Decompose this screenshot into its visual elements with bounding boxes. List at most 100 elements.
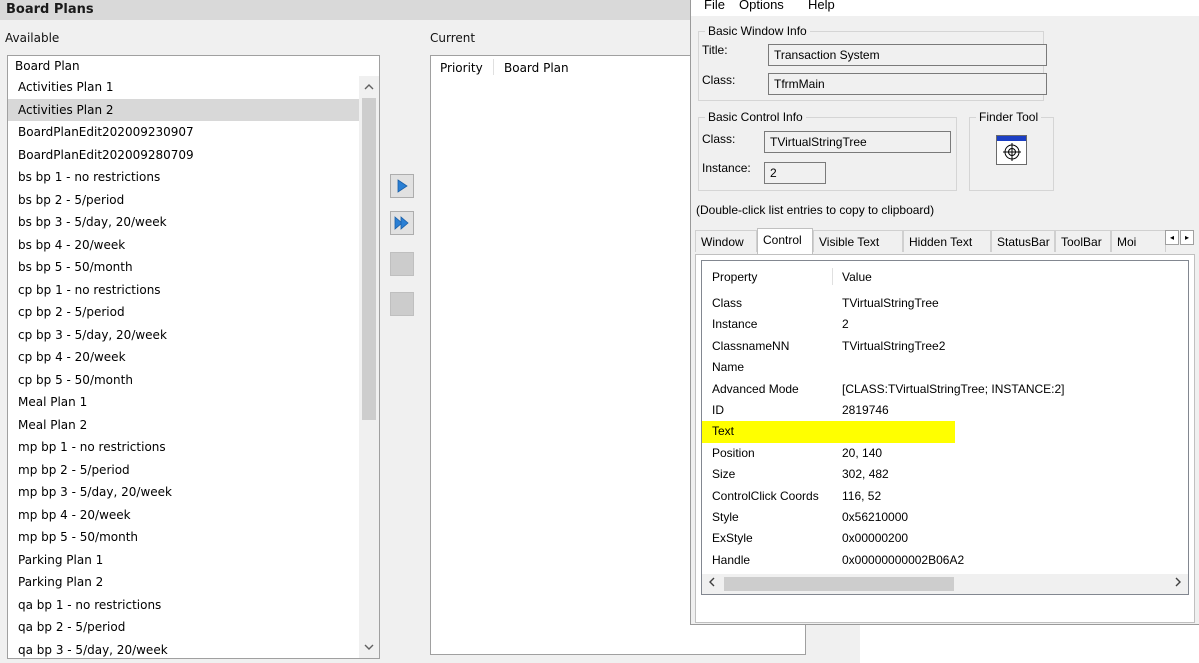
remove-all-plans-button[interactable] xyxy=(390,292,414,316)
list-item[interactable]: bs bp 1 - no restrictions xyxy=(8,166,359,189)
scroll-thumb[interactable] xyxy=(724,577,954,591)
window-class-field[interactable]: TfrmMain xyxy=(768,73,1047,95)
list-item[interactable]: cp bp 2 - 5/period xyxy=(8,301,359,324)
list-item[interactable]: cp bp 5 - 50/month xyxy=(8,369,359,392)
menu-help[interactable]: Help xyxy=(808,0,835,12)
list-item[interactable]: Activities Plan 1 xyxy=(8,76,359,99)
scroll-thumb[interactable] xyxy=(362,98,376,420)
table-row[interactable]: ID 2819746 xyxy=(702,400,1188,421)
list-item[interactable]: Parking Plan 1 xyxy=(8,549,359,572)
table-row[interactable]: ControlClick Coords 116, 52 xyxy=(702,486,1188,507)
list-item[interactable]: mp bp 3 - 5/day, 20/week xyxy=(8,481,359,504)
list-item[interactable]: bs bp 3 - 5/day, 20/week xyxy=(8,211,359,234)
column-property[interactable]: Property xyxy=(712,270,757,284)
table-row[interactable]: ExStyle 0x00000200 xyxy=(702,528,1188,549)
table-row[interactable]: Instance 2 xyxy=(702,314,1188,335)
list-item[interactable]: mp bp 5 - 50/month xyxy=(8,526,359,549)
list-item[interactable]: qa bp 1 - no restrictions xyxy=(8,594,359,617)
group-title: Basic Control Info xyxy=(705,110,806,124)
list-item[interactable]: cp bp 3 - 5/day, 20/week xyxy=(8,324,359,347)
class-label: Class: xyxy=(702,73,736,87)
property-value: 0x56210000 xyxy=(842,509,909,524)
instance-field[interactable]: 2 xyxy=(764,162,826,184)
tab-statusbar[interactable]: StatusBar xyxy=(991,230,1055,252)
add-plan-button[interactable] xyxy=(390,174,414,198)
list-item[interactable]: Parking Plan 2 xyxy=(8,571,359,594)
table-row[interactable]: Advanced Mode [CLASS:TVirtualStringTree; … xyxy=(702,379,1188,400)
property-list[interactable]: Property Value Class TVirtualStringTree In… xyxy=(701,260,1189,595)
menu-file[interactable]: File xyxy=(704,0,725,12)
copy-hint: (Double-click list entries to copy to cl… xyxy=(696,203,935,217)
list-item[interactable]: cp bp 1 - no restrictions xyxy=(8,279,359,302)
scroll-right-icon[interactable] xyxy=(1168,574,1188,594)
tab-window[interactable]: Window xyxy=(695,230,757,252)
table-row[interactable]: ClassnameNN TVirtualStringTree2 xyxy=(702,336,1188,357)
available-label: Available xyxy=(5,31,60,45)
table-row[interactable]: Text xyxy=(702,421,1188,443)
remove-plan-button[interactable] xyxy=(390,252,414,276)
table-row[interactable]: Size 302, 482 xyxy=(702,464,1188,485)
property-value: 20, 140 xyxy=(842,445,883,460)
control-tab-panel: Property Value Class TVirtualStringTree In… xyxy=(695,254,1195,623)
tab-more[interactable]: Moi xyxy=(1111,230,1166,252)
tab-scroll-right-icon[interactable]: ▸ xyxy=(1180,230,1194,245)
vertical-scrollbar[interactable] xyxy=(359,76,379,658)
list-item[interactable]: mp bp 4 - 20/week xyxy=(8,504,359,527)
property-list-header: Property Value xyxy=(702,261,1188,287)
table-row[interactable]: Name xyxy=(702,357,1188,378)
scroll-down-icon[interactable] xyxy=(359,638,379,658)
list-item[interactable]: qa bp 3 - 5/day, 20/week xyxy=(8,639,359,659)
property-name: Position xyxy=(712,445,755,460)
property-name: Instance xyxy=(712,317,758,332)
property-name: ID xyxy=(712,402,724,417)
table-row[interactable]: Handle 0x00000000002B06A2 xyxy=(702,550,1188,571)
double-triangle-right-icon xyxy=(394,216,409,230)
property-value: 0x00000000002B06A2 xyxy=(842,552,965,567)
tab-hidden-text[interactable]: Hidden Text xyxy=(903,230,991,252)
list-item[interactable]: Meal Plan 2 xyxy=(8,414,359,437)
list-item[interactable]: bs bp 2 - 5/period xyxy=(8,189,359,212)
title-label: Title: xyxy=(702,43,728,57)
list-item[interactable]: mp bp 2 - 5/period xyxy=(8,459,359,482)
list-item[interactable]: cp bp 4 - 20/week xyxy=(8,346,359,369)
scroll-left-icon[interactable] xyxy=(702,574,722,594)
table-row[interactable]: Style 0x56210000 xyxy=(702,507,1188,528)
column-board-plan[interactable]: Board Plan xyxy=(504,61,569,75)
tab-toolbar[interactable]: ToolBar xyxy=(1055,230,1111,252)
table-row[interactable]: Position 20, 140 xyxy=(702,443,1188,464)
list-item[interactable]: mp bp 1 - no restrictions xyxy=(8,436,359,459)
list-item[interactable]: Activities Plan 2 xyxy=(8,98,359,121)
list-item[interactable]: BoardPlanEdit202009280709 xyxy=(8,144,359,167)
tab-scroll-left-icon[interactable]: ◂ xyxy=(1165,230,1179,245)
list-item[interactable]: bs bp 5 - 50/month xyxy=(8,256,359,279)
control-class-label: Class: xyxy=(702,132,736,146)
list-item[interactable]: BoardPlanEdit202009230907 xyxy=(8,121,359,144)
basic-control-info-group: Basic Control Info Class: TVirtualString… xyxy=(698,110,957,191)
list-item[interactable]: bs bp 4 - 20/week xyxy=(8,234,359,257)
window-title-field[interactable]: Transaction System xyxy=(768,44,1047,66)
control-class-field[interactable]: TVirtualStringTree xyxy=(764,131,951,153)
tab-control[interactable]: Control xyxy=(757,228,813,254)
menu-bar: File Options Help xyxy=(691,0,1199,16)
current-label: Current xyxy=(430,31,476,45)
property-value: TVirtualStringTree xyxy=(842,296,939,310)
property-value: 0x00000200 xyxy=(842,531,909,546)
group-title: Basic Window Info xyxy=(705,24,810,38)
list-item[interactable]: qa bp 2 - 5/period xyxy=(8,616,359,639)
available-column-header[interactable]: Board Plan xyxy=(8,56,359,76)
scroll-up-icon[interactable] xyxy=(359,78,379,98)
column-priority[interactable]: Priority xyxy=(440,61,483,75)
instance-label: Instance: xyxy=(702,161,751,175)
menu-options[interactable]: Options xyxy=(739,0,784,12)
available-list[interactable]: Board Plan Activities Plan 1 Activities P… xyxy=(7,55,380,659)
list-item[interactable]: Meal Plan 1 xyxy=(8,391,359,414)
group-title: Finder Tool xyxy=(976,110,1042,124)
horizontal-scrollbar[interactable] xyxy=(702,574,1188,594)
column-value[interactable]: Value xyxy=(842,270,872,284)
tab-visible-text[interactable]: Visible Text xyxy=(813,230,903,252)
table-row[interactable]: Class TVirtualStringTree xyxy=(702,293,1188,314)
property-value: [CLASS:TVirtualStringTree; INSTANCE:2] xyxy=(842,381,1065,396)
crosshair-target-icon[interactable] xyxy=(996,135,1027,165)
property-name: Handle xyxy=(712,552,751,567)
add-all-plans-button[interactable] xyxy=(390,211,414,235)
